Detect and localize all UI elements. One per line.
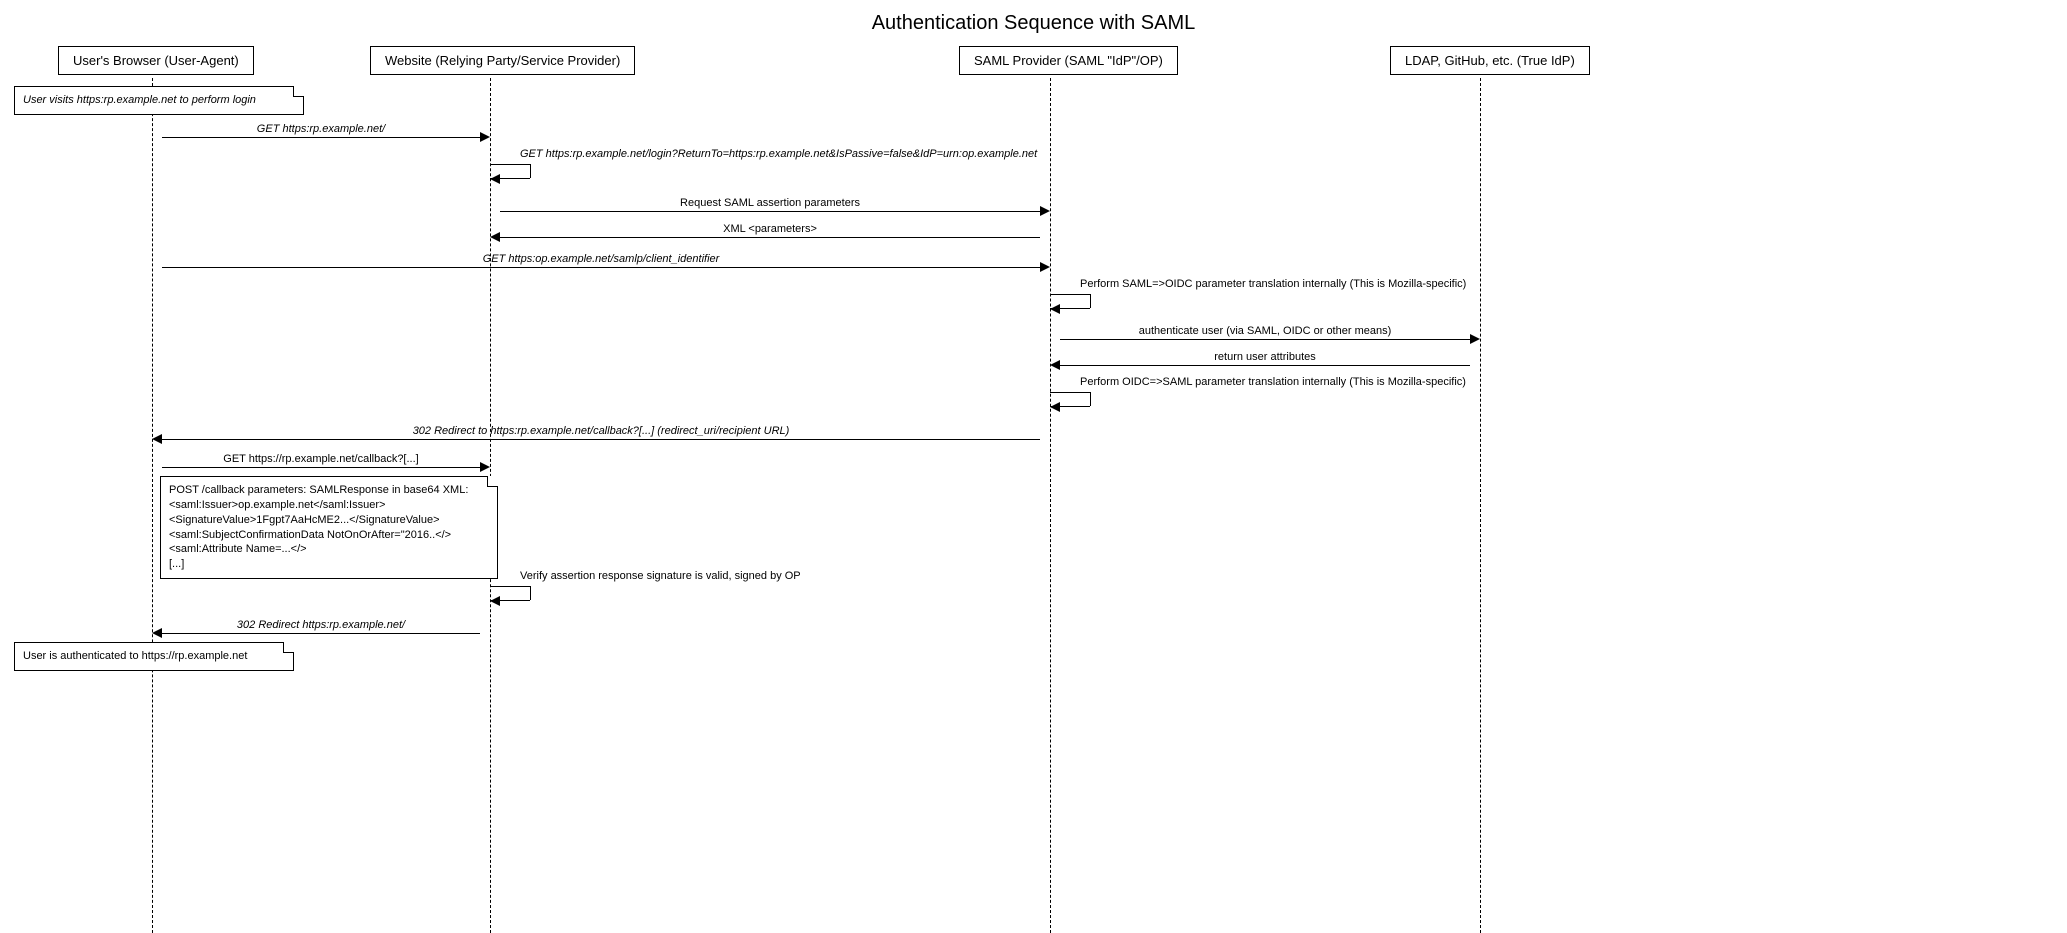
participant-saml: SAML Provider (SAML "IdP"/OP)	[959, 46, 1178, 75]
sequence-diagram: Authentication Sequence with SAML User's…	[0, 0, 2067, 933]
participant-website: Website (Relying Party/Service Provider)	[370, 46, 635, 75]
msg-request-assertion: Request SAML assertion parameters	[490, 192, 1050, 212]
participant-idp: LDAP, GitHub, etc. (True IdP)	[1390, 46, 1590, 75]
diagram-title: Authentication Sequence with SAML	[0, 12, 2067, 35]
lifeline-browser	[152, 78, 153, 933]
participant-browser: User's Browser (User-Agent)	[58, 46, 254, 75]
note-visit-text: User visits https:rp.example.net to perf…	[23, 94, 256, 106]
lifeline-idp	[1480, 78, 1481, 933]
msg-return-attrs: return user attributes	[1050, 346, 1480, 366]
msg-get-callback: GET https://rp.example.net/callback?[...…	[152, 448, 490, 468]
lifeline-saml	[1050, 78, 1051, 933]
note-post-callback: POST /callback parameters: SAMLResponse …	[160, 476, 498, 579]
note-visit: User visits https:rp.example.net to perf…	[14, 86, 304, 115]
msg-get-samlp: GET https:op.example.net/samlp/client_id…	[152, 248, 1050, 268]
note-authenticated-text: User is authenticated to https://rp.exam…	[23, 650, 247, 662]
msg-xml-parameters: XML <parameters>	[490, 218, 1050, 238]
msg-authenticate: authenticate user (via SAML, OIDC or oth…	[1050, 320, 1480, 340]
note-authenticated: User is authenticated to https://rp.exam…	[14, 642, 294, 671]
msg-redirect-callback: 302 Redirect to https:rp.example.net/cal…	[152, 420, 1050, 440]
msg-final-redirect: 302 Redirect https:rp.example.net/	[152, 614, 490, 634]
msg-get-root: GET https:rp.example.net/	[152, 118, 490, 138]
